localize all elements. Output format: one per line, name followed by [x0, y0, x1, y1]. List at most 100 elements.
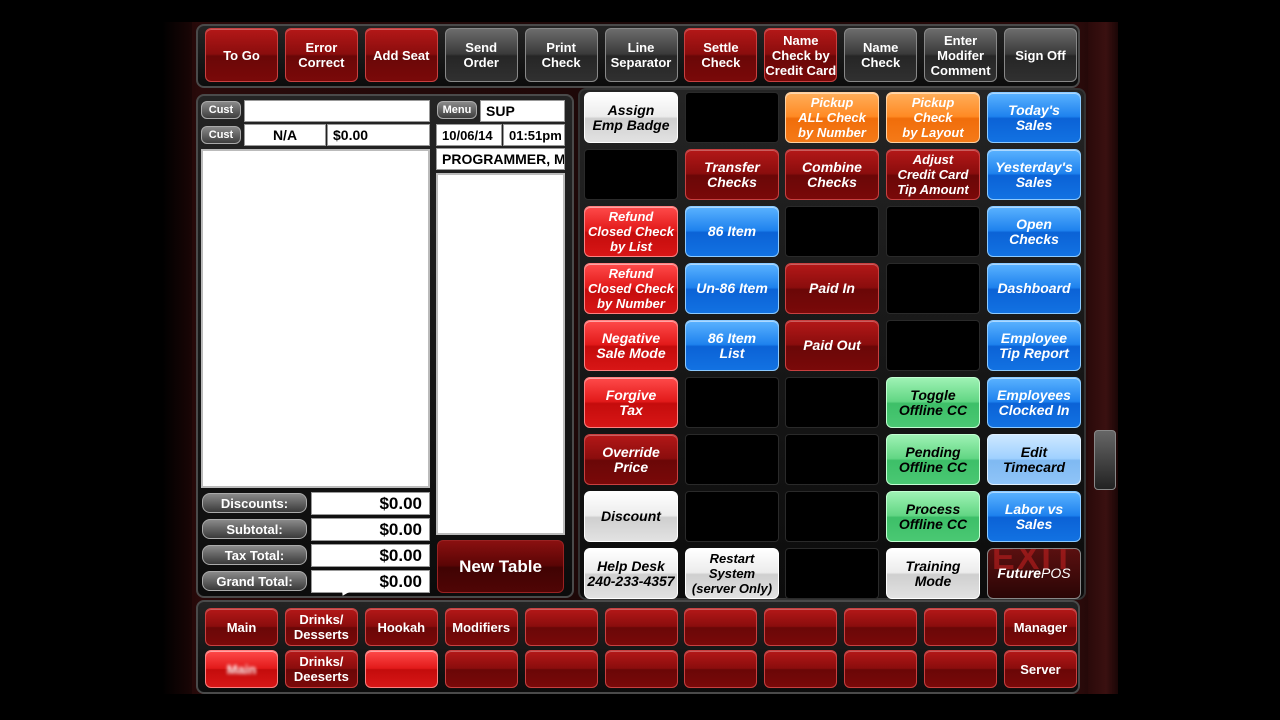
empty-category-button[interactable]: [604, 650, 678, 688]
side-decoration: [1094, 430, 1116, 490]
empty-cell: [886, 263, 980, 314]
paid-out-button[interactable]: Paid Out: [785, 320, 879, 371]
dashboard-button[interactable]: Dashboard: [987, 263, 1081, 314]
open-checks-button[interactable]: Open Checks: [987, 206, 1081, 257]
negative-sale-mode-button[interactable]: Negative Sale Mode: [584, 320, 678, 371]
empty-cell: [886, 206, 980, 257]
empty-category-button[interactable]: [524, 608, 598, 646]
employees-clocked-in-button[interactable]: Employees Clocked In: [987, 377, 1081, 428]
discounts-value: $0.00: [311, 492, 430, 515]
logo-text-pos: POS: [1040, 565, 1071, 581]
to-go-button[interactable]: To Go: [205, 28, 278, 82]
override-price-button[interactable]: Override Price: [584, 434, 678, 485]
futurepos-logo[interactable]: EXIT FuturePOS: [987, 548, 1081, 599]
86-item-button[interactable]: 86 Item: [685, 206, 779, 257]
tax-total-value: $0.00: [311, 544, 430, 567]
discounts-label: Discounts:: [202, 493, 307, 513]
sign-off-button[interactable]: Sign Off: [1004, 28, 1077, 82]
empty-category-button[interactable]: [444, 650, 518, 688]
enter-modifer-comment-button[interactable]: Enter Modifer Comment: [924, 28, 998, 82]
empty-category-button[interactable]: [364, 650, 438, 688]
today-s-sales-button[interactable]: Today's Sales: [987, 92, 1081, 143]
main-category-button[interactable]: Main: [205, 608, 278, 646]
cust-button[interactable]: Cust: [201, 101, 241, 119]
empty-cell: [685, 92, 779, 143]
empty-category-button[interactable]: [764, 608, 838, 646]
tax-total-label: Tax Total:: [202, 545, 307, 565]
new-table-button[interactable]: New Table: [437, 540, 564, 593]
transfer-checks-button[interactable]: Transfer Checks: [685, 149, 779, 200]
empty-category-button[interactable]: [764, 650, 838, 688]
drinks-desserts-category-button[interactable]: Drinks/ Desserts: [284, 608, 358, 646]
empty-cell: [785, 434, 879, 485]
settle-check-button[interactable]: Settle Check: [684, 28, 758, 82]
pending-offline-cc-button[interactable]: Pending Offline CC: [886, 434, 980, 485]
print-check-button[interactable]: Print Check: [524, 28, 598, 82]
seat-list[interactable]: [436, 173, 565, 535]
forgive-tax-button[interactable]: Forgive Tax: [584, 377, 678, 428]
labor-vs-sales-button[interactable]: Labor vs Sales: [987, 491, 1081, 542]
cust-name-field[interactable]: [244, 100, 430, 122]
order-items-list[interactable]: [201, 149, 430, 488]
cust-lookup-button[interactable]: Cust: [201, 126, 241, 144]
error-correct-button[interactable]: Error Correct: [284, 28, 358, 82]
empty-category-button[interactable]: [844, 650, 918, 688]
restart-system-server-only-button[interactable]: Restart System (server Only): [685, 548, 779, 599]
server-category-button[interactable]: Server: [1004, 650, 1077, 688]
send-order-button[interactable]: Send Order: [444, 28, 518, 82]
add-seat-button[interactable]: Add Seat: [364, 28, 438, 82]
refund-closed-check-by-list-button[interactable]: Refund Closed Check by List: [584, 206, 678, 257]
un-86-item-button[interactable]: Un-86 Item: [685, 263, 779, 314]
modifiers-category-button[interactable]: Modifiers: [444, 608, 518, 646]
yesterday-s-sales-button[interactable]: Yesterday's Sales: [987, 149, 1081, 200]
name-check-button[interactable]: Name Check: [844, 28, 918, 82]
subtotal-value: $0.00: [311, 518, 430, 541]
logo-text-future: Future: [997, 565, 1041, 581]
drinks-deeserts-category-button[interactable]: Drinks/ Deeserts: [284, 650, 358, 688]
empty-category-button[interactable]: [684, 608, 758, 646]
employee-tip-report-button[interactable]: Employee Tip Report: [987, 320, 1081, 371]
time-field: 01:51pm: [503, 124, 565, 146]
name-check-by-credit-card-button[interactable]: Name Check by Credit Card: [764, 28, 838, 82]
date-field: 10/06/14: [436, 124, 502, 146]
empty-category-button[interactable]: [924, 608, 998, 646]
grand-total-label: Grand Total:: [202, 571, 307, 591]
combine-checks-button[interactable]: Combine Checks: [785, 149, 879, 200]
empty-cell: [785, 377, 879, 428]
adjust-credit-card-tip-amount-button[interactable]: Adjust Credit Card Tip Amount: [886, 149, 980, 200]
menu-button[interactable]: Menu: [437, 101, 477, 119]
toggle-offline-cc-button[interactable]: Toggle Offline CC: [886, 377, 980, 428]
empty-cell: [785, 491, 879, 542]
edit-timecard-button[interactable]: Edit Timecard: [987, 434, 1081, 485]
blurred-label: Main: [226, 661, 257, 677]
pickup-all-check-by-number-button[interactable]: Pickup ALL Check by Number: [785, 92, 879, 143]
empty-category-button[interactable]: [924, 650, 998, 688]
empty-cell: [785, 206, 879, 257]
help-desk-240-233-4357-button[interactable]: Help Desk 240-233-4357: [584, 548, 678, 599]
refund-closed-check-by-number-button[interactable]: Refund Closed Check by Number: [584, 263, 678, 314]
subtotal-label: Subtotal:: [202, 519, 307, 539]
empty-cell: [685, 491, 779, 542]
background-edge-left: [162, 22, 192, 694]
pickup-check-by-layout-button[interactable]: Pickup Check by Layout: [886, 92, 980, 143]
empty-category-button[interactable]: [604, 608, 678, 646]
paid-in-button[interactable]: Paid In: [785, 263, 879, 314]
main-category-button[interactable]: Main: [205, 650, 278, 688]
hookah-category-button[interactable]: Hookah: [364, 608, 438, 646]
cust-amount-field: $0.00: [327, 124, 430, 146]
process-offline-cc-button[interactable]: Process Offline CC: [886, 491, 980, 542]
cust-id-field: N/A: [244, 124, 326, 146]
line-separator-button[interactable]: Line Separator: [604, 28, 678, 82]
empty-category-button[interactable]: [684, 650, 758, 688]
empty-category-button[interactable]: [524, 650, 598, 688]
assign-emp-badge-button[interactable]: Assign Emp Badge: [584, 92, 678, 143]
empty-category-button[interactable]: [844, 608, 918, 646]
discount-button[interactable]: Discount: [584, 491, 678, 542]
background-edge-right: [1088, 22, 1118, 694]
empty-cell: [685, 434, 779, 485]
training-mode-button[interactable]: Training Mode: [886, 548, 980, 599]
screen: To Go Error Correct Add Seat Send Order Prin…: [0, 0, 1280, 720]
employee-field: PROGRAMMER, M: [436, 148, 565, 170]
86-item-list-button[interactable]: 86 Item List: [685, 320, 779, 371]
manager-category-button[interactable]: Manager: [1004, 608, 1077, 646]
